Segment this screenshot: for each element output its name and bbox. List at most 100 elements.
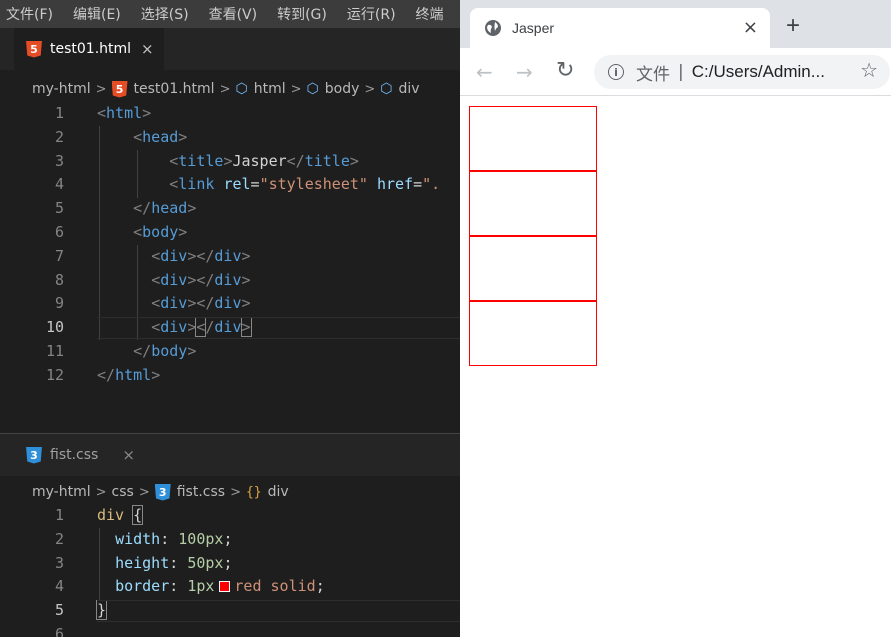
page-viewport [460,97,891,637]
browser-toolbar: ← → ↻ i 文件 | C:/Users/Admin... ☆ [460,48,891,96]
line-number: 2 [54,529,64,548]
html5-icon: 5 [26,40,42,58]
html-code[interactable]: 1 <html> 2 <head> 3 <title>Jasper</title>… [0,102,460,388]
reload-icon[interactable]: ↻ [556,58,574,83]
breadcrumb-folder[interactable]: my-html [32,81,91,97]
editor-tab-bar: 5 test01.html × [0,28,460,70]
line-number: 1 [54,104,64,122]
breadcrumb-symbol[interactable]: div [268,484,289,500]
css3-icon: 3 [154,483,171,501]
chevron-right-icon: > [290,81,302,97]
file-scheme-chip: 文件 [636,64,670,85]
code-line-current: 10 <div></div> [0,316,460,340]
editor-tab-bar: 3 fist.css × [0,434,460,476]
browser-window: Jasper × + ← → ↻ i 文件 | C:/Users/Admin..… [460,0,891,637]
code-text: border: 1px red solid; [115,577,325,596]
code-line: 9 <div></div> [0,292,460,316]
code-line: 4 <link rel="stylesheet" href=". [0,173,460,197]
menu-edit[interactable]: 编辑(E) [73,4,121,24]
breadcrumb-html[interactable]: html [254,81,286,97]
line-number: 11 [45,341,64,360]
html5-icon: 5 [111,80,128,98]
code-line: 12 </html> [0,364,460,388]
chevron-right-icon: > [219,81,231,97]
symbol-cube-icon: ⬡ [380,81,393,97]
chevron-right-icon: > [230,484,241,500]
breadcrumb-div[interactable]: div [399,81,420,97]
breadcrumb-dir[interactable]: css [112,484,134,500]
breadcrumb: my-html > 5 test01.html > ⬡ html > ⬡ bod… [0,77,460,101]
code-line: 11 </body> [0,340,460,364]
line-number: 3 [54,553,64,572]
chevron-right-icon: > [364,81,376,97]
menu-file[interactable]: 文件(F) [6,4,53,24]
chip-separator: | [678,62,684,82]
breadcrumb-file[interactable]: fist.css [177,484,225,500]
rendered-div-box [469,301,597,366]
color-swatch[interactable] [219,581,231,593]
back-arrow-icon[interactable]: ← [476,60,493,84]
info-icon[interactable]: i [608,64,624,80]
address-bar[interactable]: i 文件 | C:/Users/Admin... ☆ [594,55,890,89]
new-tab-button[interactable]: + [786,12,800,40]
tab-label: fist.css [50,447,99,463]
line-number: 1 [54,506,64,524]
code-line: 2 width: 100px; [0,528,460,552]
tab-fist-css[interactable]: 3 fist.css × [14,434,145,476]
line-number: 5 [54,601,64,620]
code-text: <html> [97,104,152,122]
breadcrumb: my-html > css > 3 fist.css > {} div [0,480,460,504]
url-text[interactable]: C:/Users/Admin... [692,62,825,82]
code-line: 3 height: 50px; [0,552,460,576]
tab-test01-html[interactable]: 5 test01.html × [14,28,164,70]
chevron-right-icon: > [95,81,107,97]
menu-selection[interactable]: 选择(S) [141,4,189,24]
code-text: <link rel="stylesheet" href=". [169,175,441,194]
code-line: 5 </head> [0,197,460,221]
code-line: 8 <div></div> [0,269,460,293]
code-text: <title>Jasper</title> [169,151,359,170]
line-number: 4 [54,175,64,194]
line-number: 10 [45,318,64,337]
css3-icon: 3 [26,446,42,464]
bookmark-star-icon[interactable]: ☆ [860,58,878,82]
close-icon[interactable]: × [141,40,154,58]
code-editor: 文件(F) 编辑(E) 选择(S) 查看(V) 转到(G) 运行(R) 终端 5… [0,0,460,637]
rendered-div-box [469,236,597,301]
code-text: <div></div> [151,294,251,313]
line-number: 5 [54,199,64,218]
browser-tab-jasper[interactable]: Jasper × [470,8,770,48]
code-line-current: 5} [0,599,460,623]
menu-bar: 文件(F) 编辑(E) 选择(S) 查看(V) 转到(G) 运行(R) 终端 [0,0,460,28]
line-number: 6 [54,222,64,241]
menu-run[interactable]: 运行(R) [347,4,396,24]
line-number: 6 [54,624,64,637]
breadcrumb-folder[interactable]: my-html [32,484,91,500]
line-number: 12 [45,365,64,384]
breadcrumb-file[interactable]: test01.html [134,81,215,97]
breadcrumb-body[interactable]: body [325,81,360,97]
code-text: height: 50px; [115,553,233,572]
code-line: 1 div { [0,504,460,528]
code-text: } [95,600,108,621]
code-line: 1 <html> [0,102,460,126]
line-number: 4 [54,577,64,596]
menu-go[interactable]: 转到(G) [277,4,327,24]
line-number: 7 [54,246,64,265]
line-number: 8 [54,270,64,289]
browser-tab-strip: Jasper × + [460,0,891,48]
close-icon[interactable]: × [122,446,135,464]
symbol-cube-icon: ⬡ [235,81,248,97]
code-text: </body> [133,341,197,360]
browser-tab-title: Jasper [512,20,555,36]
code-line: 3 <title>Jasper</title> [0,150,460,174]
menu-terminal[interactable]: 终端 [416,4,444,24]
code-text: <div></div> [151,270,251,289]
code-text: </html> [97,365,161,384]
code-line: 2 <head> [0,126,460,150]
menu-view[interactable]: 查看(V) [209,4,258,24]
forward-arrow-icon[interactable]: → [516,60,533,84]
close-icon[interactable]: × [743,17,758,38]
css-selector-icon: {} [245,484,262,500]
css-code[interactable]: 1 div { 2 width: 100px; 3 height: 50px; 4… [0,504,460,637]
